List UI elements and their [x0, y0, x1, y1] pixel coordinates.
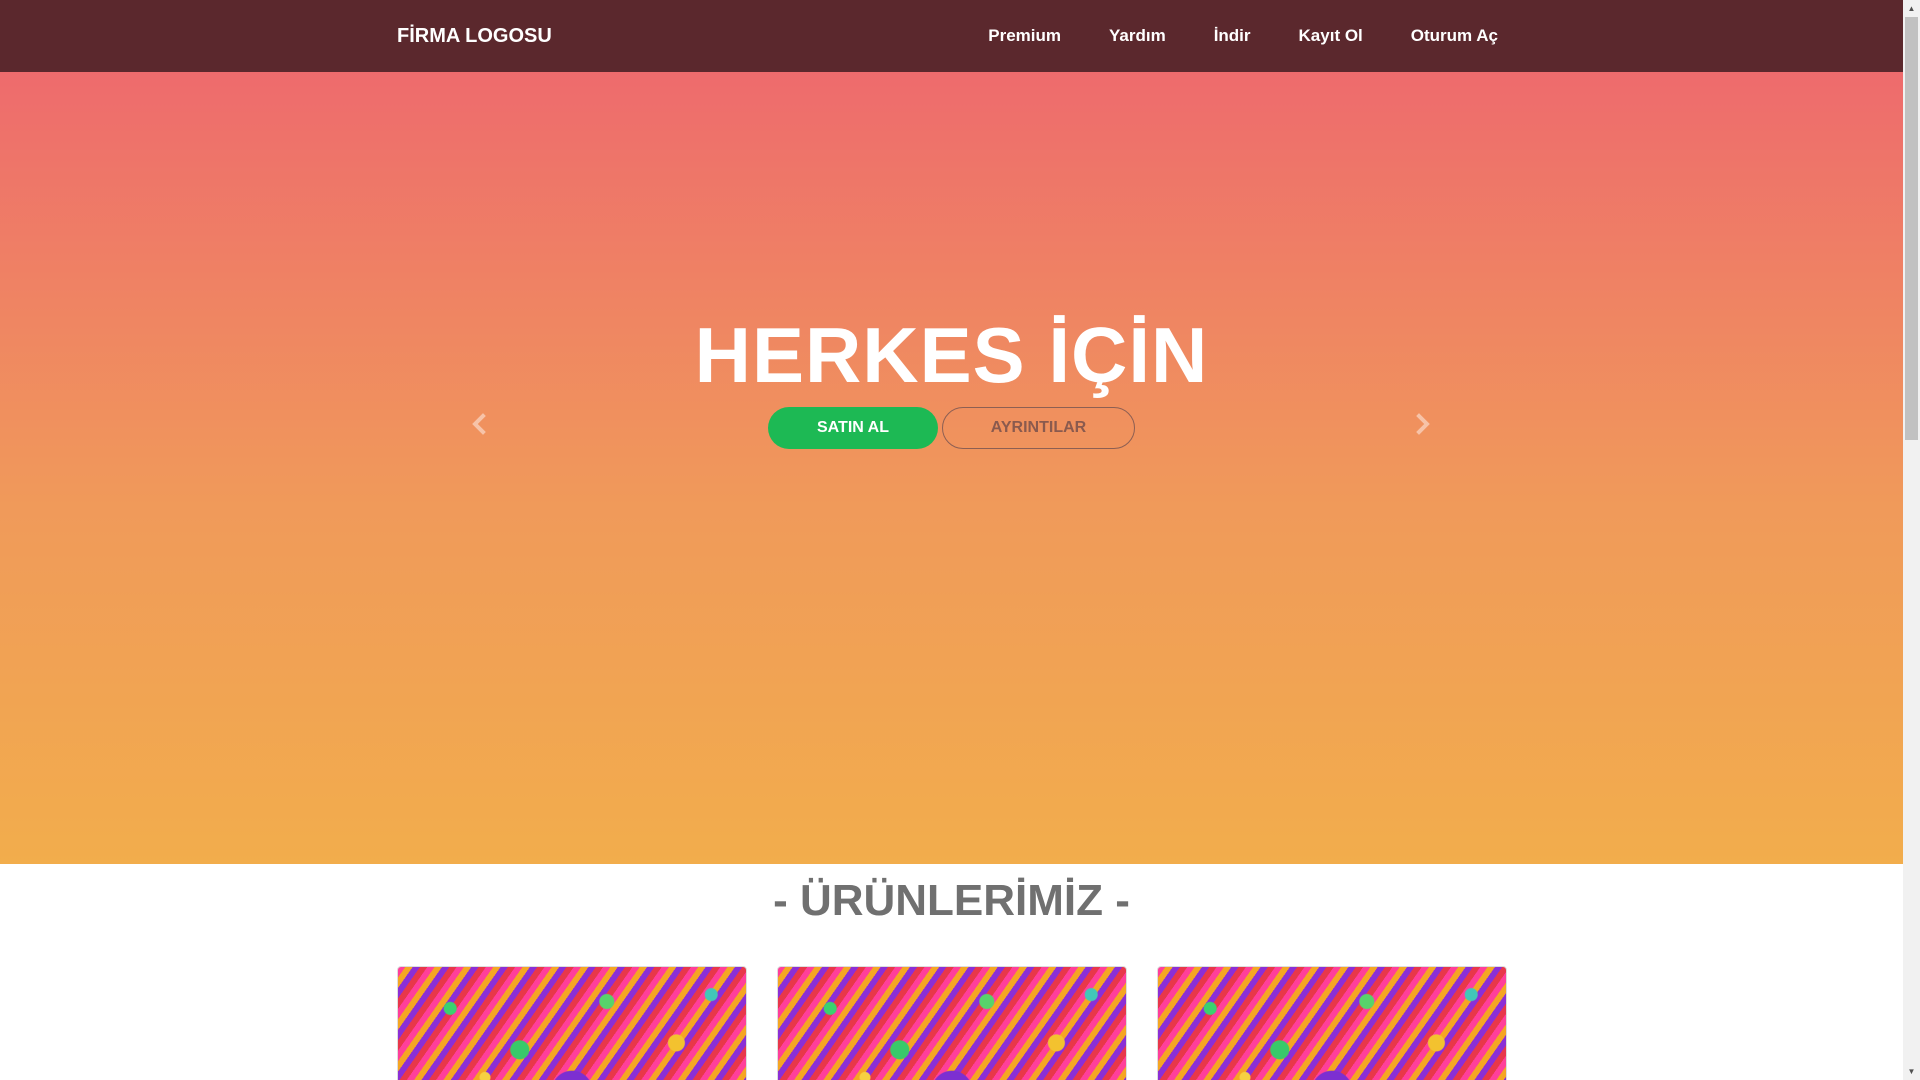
vertical-scrollbar[interactable]: ▲ ▼ [1903, 0, 1920, 1080]
nav-link-signup[interactable]: Kayıt Ol [1299, 26, 1363, 46]
product-card-image[interactable] [1157, 966, 1507, 1080]
chevron-right-icon [1416, 413, 1430, 435]
buy-button[interactable]: SATIN AL [768, 407, 938, 449]
page: FİRMA LOGOSU Premium Yardım İndir Kayıt … [0, 0, 1903, 1080]
carousel-next-button[interactable] [1410, 412, 1434, 436]
product-card-image[interactable] [397, 966, 747, 1080]
nav-links: Premium Yardım İndir Kayıt Ol Oturum Aç [988, 0, 1498, 72]
product-card-image[interactable] [777, 966, 1127, 1080]
nav-link-help[interactable]: Yardım [1109, 26, 1166, 46]
nav-link-premium[interactable]: Premium [988, 26, 1061, 46]
products-grid [397, 966, 1507, 1080]
navbar: FİRMA LOGOSU Premium Yardım İndir Kayıt … [0, 0, 1903, 72]
nav-link-download[interactable]: İndir [1214, 26, 1251, 46]
hero-title: HERKES İÇİN [694, 311, 1209, 399]
nav-link-login[interactable]: Oturum Aç [1411, 26, 1498, 46]
scroll-down-arrow-icon[interactable]: ▼ [1903, 1063, 1920, 1080]
hero-buttons: SATIN AL AYRINTILAR [0, 407, 1903, 449]
scroll-thumb[interactable] [1905, 17, 1918, 440]
details-button[interactable]: AYRINTILAR [942, 407, 1135, 449]
brand-logo[interactable]: FİRMA LOGOSU [397, 0, 552, 72]
hero-carousel: HERKES İÇİN SATIN AL AYRINTILAR [0, 72, 1903, 864]
products-title: - ÜRÜNLERİMİZ - [773, 876, 1130, 925]
scroll-up-arrow-icon[interactable]: ▲ [1903, 0, 1920, 17]
